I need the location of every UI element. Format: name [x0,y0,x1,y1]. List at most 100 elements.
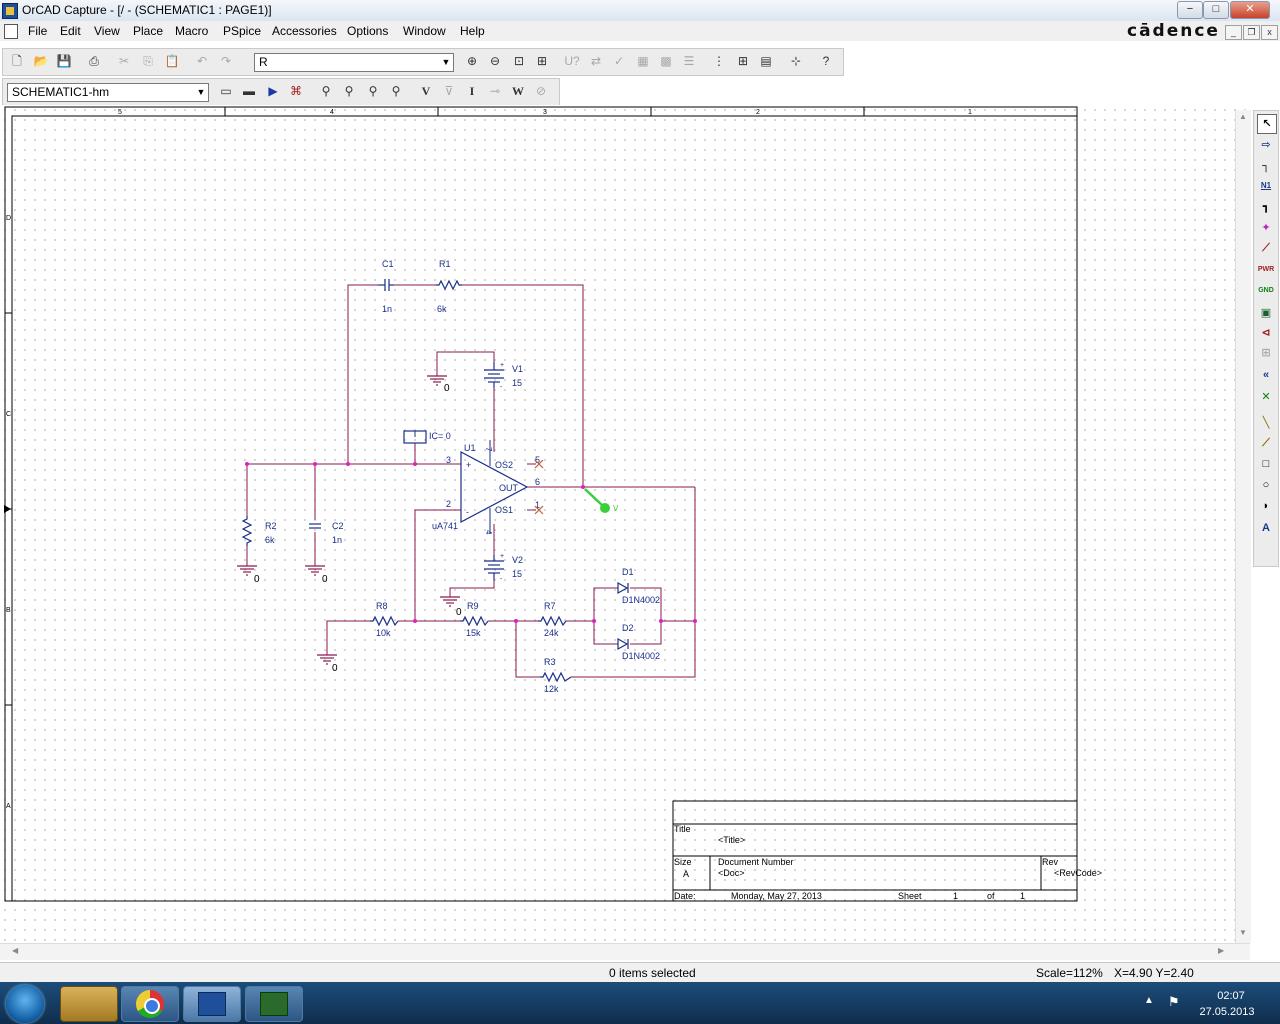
zone-label: 5 [118,109,122,116]
horizontal-scrollbar[interactable]: ◀ ▶ [0,943,1250,960]
v2-minus: - [500,576,503,583]
page-border [4,106,1078,902]
voltage-source-v1[interactable]: + - V1 15 [484,362,523,391]
pspice-task-icon[interactable] [245,986,303,1022]
zone-label: 1 [968,109,972,116]
v2-ref: V2 [512,555,523,565]
chrome-task-icon[interactable] [121,986,179,1022]
of-label: of [987,891,995,901]
vertical-scrollbar[interactable]: ▲ ▼ [1235,110,1251,943]
capacitor-c1[interactable]: C1 1n [378,259,394,314]
place-line-icon[interactable]: ╲ [1257,414,1275,432]
explorer-task-icon[interactable] [60,986,118,1022]
place-text-icon[interactable]: A [1257,519,1275,537]
d1-value: D1N4002 [622,595,660,605]
place-ellipse-icon[interactable]: ○ [1257,476,1275,494]
place-hierarchical-block-icon[interactable]: ▣ [1257,304,1275,322]
r2-value: 6k [265,535,275,545]
voltage-probe-marker[interactable]: V [584,488,619,513]
scale-status: Scale=112% [1036,966,1103,980]
title-block [672,800,1078,902]
ic-label: IC= 0 [429,431,451,441]
d2-value: D1N4002 [622,651,660,661]
place-arc-icon[interactable]: ◗ [1257,497,1275,515]
ground-label: 0 [322,574,328,585]
place-rectangle-icon[interactable]: □ [1257,455,1275,473]
tray-expand-icon[interactable]: ▲ [1144,995,1154,1006]
initial-condition-ic[interactable]: IC= 0 [403,430,451,444]
place-polyline-icon[interactable]: ⟋ [1257,434,1275,452]
ground-label: 0 [332,663,338,674]
place-wire-icon[interactable]: ┐ [1257,157,1275,175]
diode-d1[interactable]: D1 D1N4002 [617,567,660,605]
zone-label: D [6,215,11,222]
orcad-task-icon[interactable] [183,986,241,1022]
zone-label: C [6,411,11,418]
u1-pin2: 2 [446,499,451,509]
place-off-page-connector-icon[interactable]: « [1257,366,1275,384]
sheet-num: 1 [953,891,958,901]
d1-ref: D1 [622,567,634,577]
title-block-text: Title <Title> Size A Document Number <Do… [674,824,1102,901]
r8-ref: R8 [376,601,388,611]
wires [246,284,696,678]
u1-plus: + [466,460,471,470]
r7-value: 24k [544,628,559,638]
resistor-r7[interactable]: R7 24k [538,601,567,638]
mdi-close-button[interactable]: x [1261,25,1278,40]
resistor-r3[interactable]: R3 12k [540,657,572,694]
scroll-right-icon[interactable]: ▶ [1218,946,1224,955]
scroll-down-icon[interactable]: ▼ [1239,928,1247,937]
zone-label: 2 [756,109,760,116]
resistor-r2[interactable]: R2 6k [241,516,277,546]
r9-value: 15k [466,628,481,638]
place-part-icon[interactable]: ⇨ [1257,136,1275,154]
r9-ref: R9 [467,601,479,611]
r8-value: 10k [376,628,391,638]
title-value: <Title> [718,835,745,845]
place-power-icon[interactable]: PWR [1257,261,1275,279]
ground-label: 0 [456,607,462,618]
opamp-u1[interactable]: U1 uA741 3 2 + - 7 4 OS2 OUT OS1 5 6 1 [432,440,540,535]
place-junction-icon[interactable]: ✦ [1257,219,1275,237]
selection-status: 0 items selected [609,966,696,980]
v1-plus: + [500,362,504,369]
resistor-r8[interactable]: R8 10k [370,601,399,638]
zone-label: 3 [543,109,547,116]
capacitor-c2[interactable]: C2 1n [309,521,344,545]
rev-value: <RevCode> [1054,868,1102,878]
r1-ref: R1 [439,259,451,269]
scroll-left-icon[interactable]: ◀ [12,946,18,955]
zone-label: B [6,607,11,614]
scroll-up-icon[interactable]: ▲ [1239,112,1247,121]
place-hierarchical-pin-icon[interactable]: ⊞ [1257,344,1275,362]
tray-clock-date[interactable]: 27.05.2013 [1197,1006,1257,1018]
size-label: Size [674,857,692,867]
place-ground-icon[interactable]: GND [1257,282,1275,300]
sheet-total: 1 [1020,891,1025,901]
place-net-alias-icon[interactable]: N1 [1257,177,1275,195]
u1-os1: OS1 [495,505,513,515]
probe-label: V [613,504,619,513]
network-flag-icon[interactable]: ⚑ [1168,994,1180,1010]
border-zone-labels: 5 4 3 2 1 D C B A [6,109,972,810]
place-bus-entry-icon[interactable]: ⟋ [1257,239,1275,257]
place-bus-icon[interactable]: ┓ [1257,198,1275,216]
select-arrow-icon[interactable]: ↖ [1257,114,1277,134]
tray-clock-time[interactable]: 02:07 [1208,990,1254,1002]
diode-d2[interactable]: D2 D1N4002 [617,623,660,661]
voltage-source-v2[interactable]: + - V2 15 [484,553,523,583]
draw-palette: ↖ ⇨ ┐ N1 ┓ ✦ ⟋ PWR GND ▣ ⊲ ⊞ « ✕ ╲ ⟋ □ ○… [1253,110,1279,567]
v1-value: 15 [512,378,522,388]
resistor-r9[interactable]: R9 15k [460,601,489,638]
u1-pin4: 4 [484,530,493,535]
place-no-connect-icon[interactable]: ✕ [1257,388,1275,406]
title-label: Title [674,824,691,834]
zone-label: 4 [330,109,334,116]
d2-ref: D2 [622,623,634,633]
u1-value: uA741 [432,521,458,531]
resistor-r1[interactable]: R1 6k [436,259,462,314]
start-button-icon[interactable] [6,985,44,1023]
c2-value: 1n [332,535,342,545]
place-port-icon[interactable]: ⊲ [1257,324,1275,342]
